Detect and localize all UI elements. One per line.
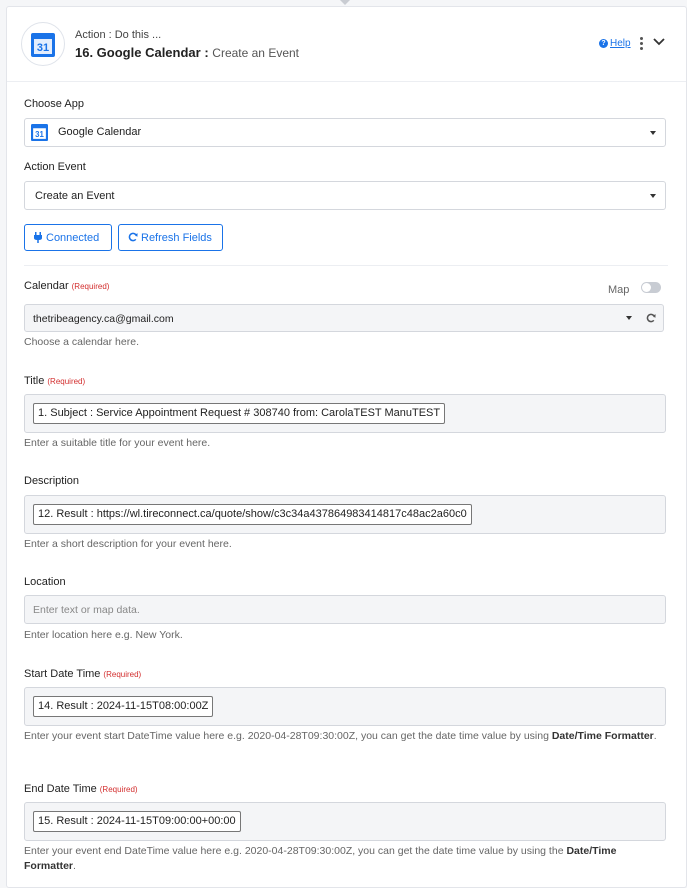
required-badge: (Required) — [71, 282, 110, 291]
location-help: Enter location here e.g. New York. — [24, 629, 183, 641]
step-app-title: 16. Google Calendar : — [75, 45, 209, 60]
connected-button[interactable]: Connected — [24, 224, 112, 251]
calendar-refresh-button[interactable] — [639, 304, 664, 332]
choose-app-value: Google Calendar — [58, 126, 142, 138]
refresh-fields-button[interactable]: Refresh Fields — [118, 224, 223, 251]
calendar-value: thetribeagency.ca@gmail.com — [33, 313, 174, 325]
google-calendar-icon: 31 — [31, 33, 55, 57]
end-help-text: Enter your event end DateTime value here… — [24, 845, 564, 857]
step-event-title: Create an Event — [212, 46, 299, 60]
mapped-token[interactable]: 1. Subject : Service Appointment Request… — [33, 403, 446, 424]
description-input[interactable]: 12. Result : https://wl.tireconnect.ca/q… — [24, 495, 666, 534]
plug-icon — [34, 232, 42, 243]
calendar-label-text: Calendar — [24, 280, 69, 292]
description-help: Enter a short description for your event… — [24, 538, 232, 550]
title-label-text: Title — [24, 375, 45, 387]
caret-down-icon — [650, 194, 656, 198]
svg-text:31: 31 — [35, 130, 44, 139]
start-date-label: Start Date Time (Required) — [24, 668, 141, 680]
map-toggle[interactable] — [641, 282, 661, 293]
start-date-input[interactable]: 14. Result : 2024-11-15T08:00:00Z — [24, 687, 666, 726]
svg-text:31: 31 — [37, 42, 49, 54]
help-label: Help — [610, 38, 631, 49]
refresh-fields-label: Refresh Fields — [141, 232, 212, 244]
step-header[interactable]: 31 Action : Do this ... 16. Google Calen… — [7, 7, 686, 82]
title-help: Enter a suitable title for your event he… — [24, 437, 211, 449]
start-date-help: Enter your event start DateTime value he… — [24, 729, 669, 744]
google-calendar-icon: 31 — [31, 124, 48, 141]
location-placeholder: Enter text or map data. — [33, 604, 140, 616]
date-time-formatter-link[interactable]: Date/Time Formatter — [552, 730, 654, 742]
calendar-select[interactable]: thetribeagency.ca@gmail.com — [24, 304, 640, 332]
title-label: Title (Required) — [24, 375, 85, 387]
calendar-label: Calendar (Required) — [24, 280, 109, 292]
choose-app-select[interactable]: 31 Google Calendar — [24, 118, 666, 147]
start-help-text: Enter your event start DateTime value he… — [24, 730, 549, 742]
start-help-end: . — [653, 730, 657, 742]
mapped-token[interactable]: 14. Result : 2024-11-15T08:00:00Z — [33, 696, 214, 717]
refresh-icon — [128, 232, 138, 242]
action-step-card: 31 Action : Do this ... 16. Google Calen… — [6, 6, 687, 888]
title-input[interactable]: 1. Subject : Service Appointment Request… — [24, 394, 666, 433]
chevron-down-icon[interactable] — [653, 37, 665, 47]
end-date-help: Enter your event end DateTime value here… — [24, 844, 669, 874]
more-options-icon[interactable] — [640, 37, 644, 52]
description-label: Description — [24, 475, 80, 487]
mapped-token[interactable]: 15. Result : 2024-11-15T09:00:00+00:00 — [33, 811, 241, 832]
end-date-label-text: End Date Time — [24, 783, 97, 795]
end-help-end: . — [73, 860, 76, 872]
location-input[interactable]: Enter text or map data. — [24, 595, 666, 624]
start-date-label-text: Start Date Time — [24, 668, 101, 680]
required-badge: (Required) — [99, 785, 138, 794]
connected-label: Connected — [46, 232, 100, 244]
app-icon: 31 — [21, 22, 65, 66]
required-badge: (Required) — [103, 670, 142, 679]
caret-down-icon — [650, 131, 656, 135]
caret-down-icon — [626, 316, 632, 320]
step-title: 16. Google Calendar : Create an Event — [75, 45, 299, 60]
help-link[interactable]: ? Help — [599, 38, 631, 49]
calendar-help: Choose a calendar here. — [24, 336, 139, 348]
mapped-token[interactable]: 12. Result : https://wl.tireconnect.ca/q… — [33, 504, 472, 525]
action-event-value: Create an Event — [35, 190, 115, 202]
end-date-label: End Date Time (Required) — [24, 783, 138, 795]
required-badge: (Required) — [47, 377, 86, 386]
action-event-label: Action Event — [24, 161, 86, 173]
end-date-input[interactable]: 15. Result : 2024-11-15T09:00:00+00:00 — [24, 802, 666, 841]
action-event-select[interactable]: Create an Event — [24, 181, 666, 210]
divider — [24, 265, 668, 266]
map-label: Map — [608, 284, 630, 296]
help-icon: ? — [599, 39, 608, 48]
choose-app-label: Choose App — [24, 98, 84, 110]
step-subtitle: Action : Do this ... — [75, 29, 162, 41]
refresh-icon — [646, 313, 656, 323]
location-label: Location — [24, 576, 66, 588]
